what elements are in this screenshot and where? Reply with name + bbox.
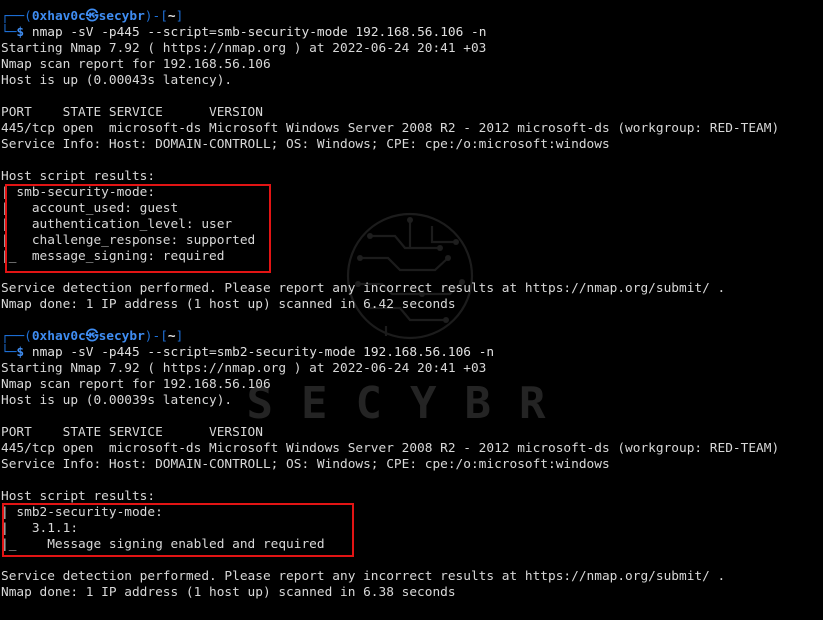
output-line: Nmap done: 1 IP address (1 host up) scan… [1,585,456,600]
output-line: Nmap scan report for 192.168.56.106 [1,377,271,392]
output-line: Host is up (0.00039s latency). [1,393,233,408]
prompt-dir: ~ [167,329,176,344]
command-line[interactable]: └─$ nmap -sV -p445 --script=smb2-securit… [1,345,494,361]
port-row: 445/tcp open microsoft-ds Microsoft Wind… [1,121,780,136]
skull-icon: ㉿ [85,329,99,344]
output-line: Service detection performed. Please repo… [1,569,726,584]
output-line: Nmap done: 1 IP address (1 host up) scan… [1,297,456,312]
output-line: Starting Nmap 7.92 ( https://nmap.org ) … [1,41,487,56]
highlight-box [2,503,354,557]
port-row: 445/tcp open microsoft-ds Microsoft Wind… [1,441,780,456]
command-text: nmap -sV -p445 --script=smb-security-mod… [31,25,487,40]
skull-icon: ㉿ [85,9,99,24]
terminal-window[interactable]: SECYBR ┌──(0xhav0c㉿secybr)-[~] └─$ nmap … [0,0,823,620]
prompt-line: ┌──(0xhav0c㉿secybr)-[~] [1,9,184,24]
prompt-user: 0xhav0c [31,329,86,344]
command-line[interactable]: └─$ nmap -sV -p445 --script=smb-security… [1,25,486,41]
port-table-header: PORT STATE SERVICE VERSION [1,105,263,120]
output-line: Service detection performed. Please repo… [1,281,726,296]
output-line: Nmap scan report for 192.168.56.106 [1,57,271,72]
highlight-box [5,184,271,273]
prompt-dir: ~ [167,9,176,24]
prompt-host: secybr [98,329,145,344]
service-info: Service Info: Host: DOMAIN-CONTROLL; OS:… [1,137,610,152]
prompt-user: 0xhav0c [31,9,86,24]
output-line: Starting Nmap 7.92 ( https://nmap.org ) … [1,361,487,376]
command-text: nmap -sV -p445 --script=smb2-security-mo… [31,345,495,360]
script-results-heading: Host script results: [1,169,156,184]
service-info: Service Info: Host: DOMAIN-CONTROLL; OS:… [1,457,610,472]
port-table-header: PORT STATE SERVICE VERSION [1,425,263,440]
output-line: Host is up (0.00043s latency). [1,73,233,88]
prompt-host: secybr [98,9,145,24]
prompt-line: ┌──(0xhav0c㉿secybr)-[~] [1,329,184,344]
